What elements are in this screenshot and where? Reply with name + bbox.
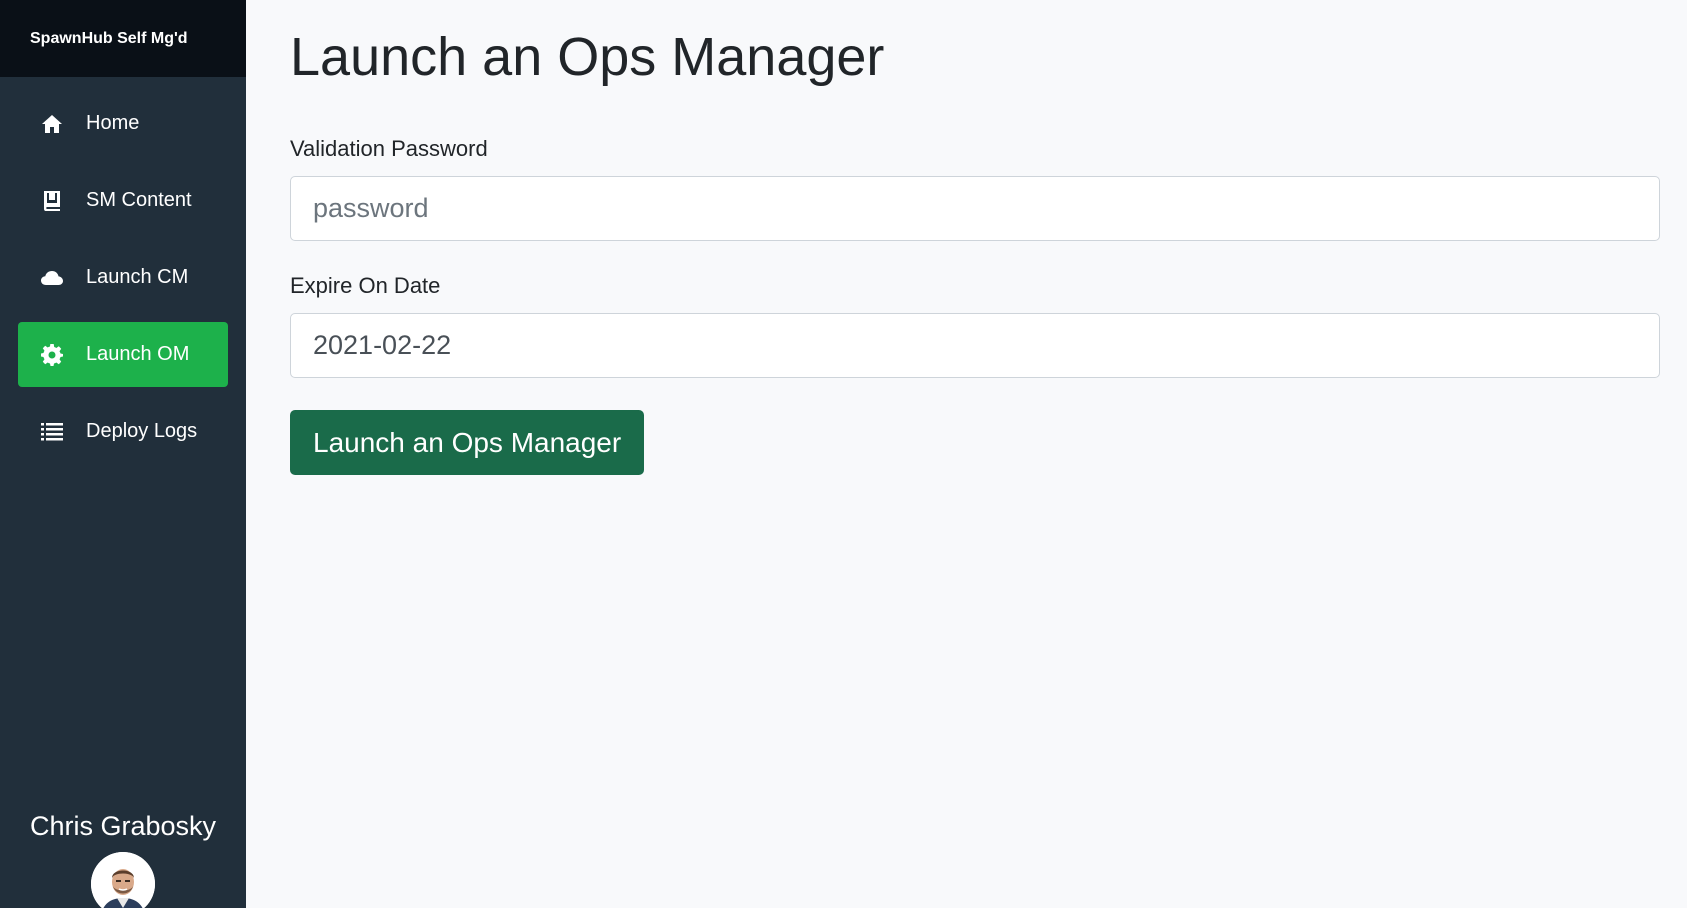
app-root: SpawnHub Self Mg'd Home SM Content Launc… [0,0,1687,908]
sidebar-item-sm-content[interactable]: SM Content [18,168,228,233]
list-icon [40,420,64,444]
launch-ops-manager-button[interactable]: Launch an Ops Manager [290,410,645,475]
sidebar-item-label: Home [86,112,140,134]
book-icon [40,189,64,213]
sidebar-item-label: Deploy Logs [86,420,198,442]
gear-icon [40,343,64,367]
brand-title[interactable]: SpawnHub Self Mg'd [0,0,246,77]
password-label: Validation Password [290,136,488,161]
expire-date-input[interactable] [290,313,1660,378]
sidebar-item-launch-cm[interactable]: Launch CM [18,245,228,310]
cloud-icon [40,266,64,290]
sidebar-item-label: SM Content [86,189,192,211]
expire-date-label: Expire On Date [290,273,441,298]
sidebar-item-home[interactable]: Home [18,91,228,156]
sidebar-item-label: Launch CM [86,266,189,288]
sidebar-item-deploy-logs[interactable]: Deploy Logs [18,399,228,464]
avatar[interactable] [91,852,155,908]
password-input[interactable] [290,176,1660,241]
sidebar-nav: Home SM Content Launch CM Launch OM Depl… [0,77,246,464]
launch-om-form: Validation Password Expire On Date Launc… [290,136,1687,475]
sidebar: SpawnHub Self Mg'd Home SM Content Launc… [0,0,246,908]
page-title: Launch an Ops Manager [290,27,885,87]
user-name: Chris Grabosky [29,811,217,841]
sidebar-item-launch-om[interactable]: Launch OM [18,322,228,387]
sidebar-item-label: Launch OM [86,343,190,365]
main-content: Launch an Ops Manager Validation Passwor… [246,0,1687,908]
home-icon [40,112,64,136]
user-panel: Chris Grabosky [0,811,246,908]
